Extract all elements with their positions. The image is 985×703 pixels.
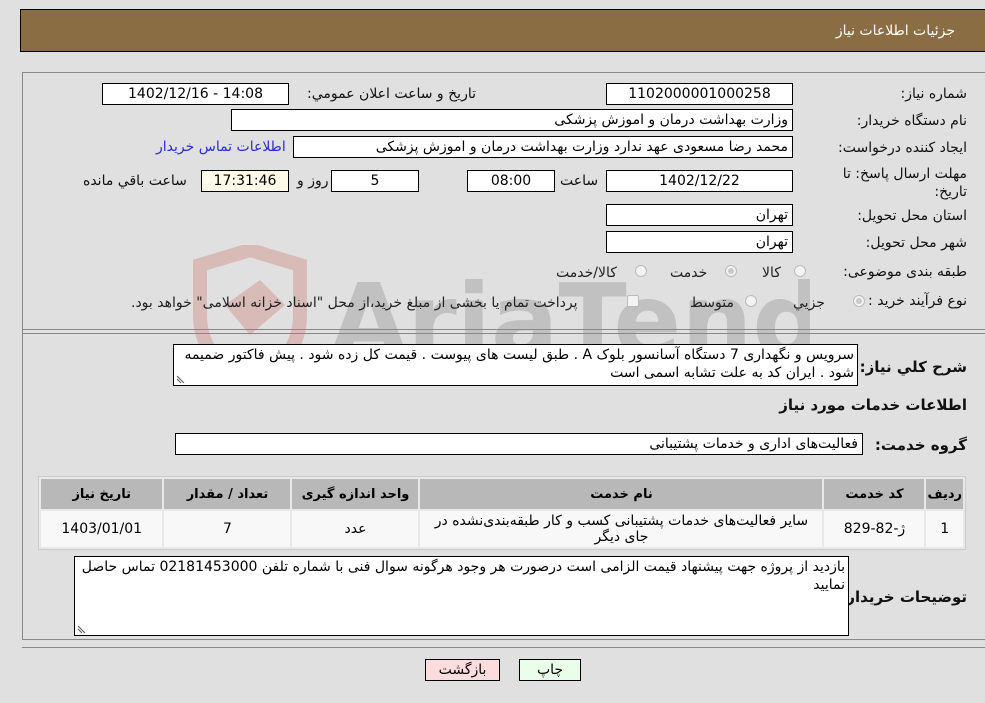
time-remaining-field: 17:31:46 [201,170,289,192]
col-header-service-name: نام خدمت [420,479,823,509]
cell-need-date: 1403/01/01 [41,511,163,547]
buyer-org-field[interactable]: وزارت بهداشت درمان و اموزش پزشکی [231,109,793,131]
announce-datetime-field[interactable]: 1402/12/16 - 14:08 [102,83,289,105]
category-option-goods: کالا [762,265,781,281]
purchase-radio-minor[interactable] [853,295,865,307]
province-label: استان محل تحویل: [857,208,967,224]
services-section-title: اطلاعات خدمات مورد نیاز [779,396,967,414]
deadline-time-label: ساعت [560,173,599,189]
cell-unit: عدد [292,511,419,547]
need-number-field[interactable]: 1102000001000258 [606,83,793,105]
divider [22,329,985,330]
resize-grip-icon[interactable] [77,625,86,634]
col-header-need-date: تاریخ نیاز [41,479,163,509]
treasury-checkbox[interactable] [627,295,639,307]
deadline-date-field[interactable]: 1402/12/22 [606,170,793,192]
buyer-notes-label: توضیحات خریدار: [840,588,967,606]
category-radio-goods-service[interactable] [635,265,647,277]
category-radio-goods[interactable] [794,265,806,277]
resize-grip-icon[interactable] [176,375,185,384]
table-row: 1 ژ-82-829 سایر فعالیت‌های خدمات پشتیبان… [41,511,963,547]
description-textarea[interactable]: سرویس و نگهداری 7 دستگاه آسانسور بلوک A … [173,344,858,386]
cell-row-number: 1 [926,511,963,547]
page-title: جزئیات اطلاعات نیاز [835,23,955,39]
province-field[interactable]: تهران [606,204,793,226]
col-header-unit: واحد اندازه گیری [292,479,419,509]
back-button[interactable]: بازگشت [425,659,500,681]
days-remaining-field[interactable]: 5 [331,170,419,192]
city-label: شهر محل تحویل: [865,235,967,251]
buyer-contact-link[interactable]: اطلاعات تماس خریدار [156,139,286,155]
col-header-service-code: کد خدمت [824,479,925,509]
purchase-type-label: نوع فرآیند خرید : [868,293,967,309]
purchase-radio-medium[interactable] [745,295,757,307]
col-header-quantity: تعداد / مقدار [164,479,291,509]
purchase-option-minor: جزيي [793,295,825,311]
category-option-service: خدمت [670,265,708,281]
services-table: ردیف کد خدمت نام خدمت واحد اندازه گیری ت… [38,476,966,550]
deadline-label: مهلت ارسال پاسخ: تا تاریخ: [842,166,967,200]
divider [22,647,985,648]
days-label: روز و [297,173,329,189]
buyer-notes-textarea[interactable]: بازدید از پروژه جهت پیشنهاد قیمت الزامی … [74,556,849,636]
buyer-org-label: نام دستگاه خریدار: [856,113,967,129]
table-header-row: ردیف کد خدمت نام خدمت واحد اندازه گیری ت… [41,479,963,509]
requester-field[interactable]: محمد رضا مسعودی عهد ندارد وزارت بهداشت د… [293,136,793,158]
category-label: طبقه بندی موضوعی: [843,264,967,280]
divider [22,333,985,334]
print-button[interactable]: چاپ [519,659,581,681]
cell-service-name: سایر فعالیت‌های خدمات پشتیبانی کسب و کار… [420,511,823,547]
col-header-row-number: ردیف [926,479,963,509]
deadline-time-field[interactable]: 08:00 [467,170,555,192]
description-label: شرح کلي نیاز: [859,358,967,376]
treasury-checkbox-label: پرداخت تمام یا بخشی از مبلغ خرید،از محل … [131,295,578,311]
cell-service-code: ژ-82-829 [824,511,925,547]
service-group-field[interactable]: فعالیت‌های اداری و خدمات پشتیبانی [175,433,863,455]
purchase-option-medium: متوسط [690,295,734,311]
description-text: سرویس و نگهداری 7 دستگاه آسانسور بلوک A … [184,347,854,381]
category-option-goods-service: کالا/خدمت [556,265,617,281]
city-field[interactable]: تهران [606,231,793,253]
service-group-label: گروه خدمت: [874,436,967,454]
category-radio-service[interactable] [725,265,737,277]
time-remaining-label: ساعت باقي مانده [83,173,187,189]
cell-quantity: 7 [164,511,291,547]
announce-datetime-label: تاریخ و ساعت اعلان عمومي: [307,86,476,102]
requester-label: ایجاد کننده درخواست: [838,140,967,156]
buyer-notes-text: بازدید از پروژه جهت پیشنهاد قیمت الزامی … [81,559,845,593]
page-header: جزئیات اطلاعات نیاز [20,9,985,52]
need-number-label: شماره نیاز: [900,86,968,102]
